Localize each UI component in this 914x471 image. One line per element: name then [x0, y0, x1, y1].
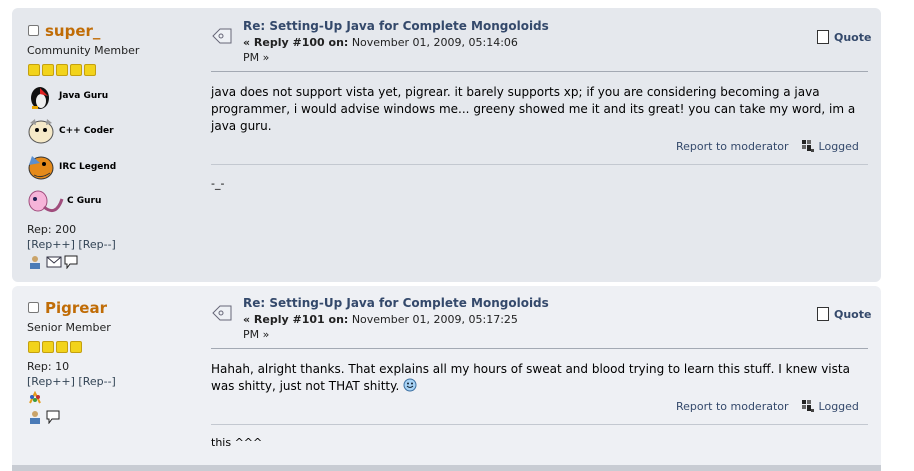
next-post-edge	[12, 465, 881, 471]
rep-links: [Rep++] [Rep--]	[27, 375, 116, 388]
post-body: java does not support vista yet, pigrear…	[211, 85, 856, 133]
star-icon	[56, 64, 68, 76]
report-to-moderator-link[interactable]: Report to moderator	[676, 400, 789, 413]
email-icon[interactable]	[46, 255, 62, 269]
signature: -_-	[211, 177, 225, 190]
quote-icon	[817, 30, 829, 44]
post-footer: Report to moderator Logged	[676, 139, 859, 153]
star-icon	[70, 64, 82, 76]
msn-icon[interactable]	[28, 390, 42, 405]
award-cpp-coder: C++ Coder	[26, 117, 114, 145]
profile-icon[interactable]	[28, 410, 42, 424]
post-title[interactable]: Re: Setting-Up Java for Complete Mongolo…	[243, 296, 549, 310]
rank-stars	[28, 341, 82, 353]
star-icon	[42, 64, 54, 76]
signature-divider	[211, 164, 868, 165]
quote-icon	[817, 307, 829, 321]
star-icon	[28, 64, 40, 76]
post-date: November 01, 2009, 05:14:06	[351, 36, 518, 49]
member-rank: Senior Member	[27, 321, 111, 334]
divider	[211, 348, 868, 349]
reputation: Rep: 200	[27, 223, 77, 236]
message-icon[interactable]	[46, 410, 60, 425]
mew-icon	[26, 187, 64, 215]
star-icon	[28, 341, 40, 353]
post-date: November 01, 2009, 05:17:25	[351, 313, 518, 326]
star-icon	[56, 341, 68, 353]
ip-logged-icon	[801, 399, 815, 413]
rep-minus-link[interactable]: [Rep--]	[78, 375, 115, 388]
offline-status-icon	[28, 25, 39, 36]
author-name[interactable]: Pigrear	[45, 299, 107, 317]
author-name[interactable]: super_	[45, 22, 100, 40]
logged-indicator: Logged	[801, 139, 859, 153]
ip-logged-icon	[801, 139, 815, 153]
award-irc-legend: IRC Legend	[26, 153, 116, 181]
signature-divider	[211, 424, 868, 425]
dragon-icon	[26, 153, 56, 181]
smiley-icon	[403, 378, 417, 392]
profile-actions	[28, 410, 60, 425]
post-title[interactable]: Re: Setting-Up Java for Complete Mongolo…	[243, 19, 549, 33]
quote-button[interactable]: Quote	[817, 30, 871, 44]
post-date-suffix: PM »	[243, 328, 270, 341]
profile-actions	[28, 255, 78, 270]
rep-minus-link[interactable]: [Rep--]	[78, 238, 115, 251]
rank-stars	[28, 64, 96, 76]
member-rank: Community Member	[27, 44, 140, 57]
offline-status-icon	[28, 302, 39, 313]
post-body: Hahah, alright thanks. That explains all…	[211, 362, 850, 393]
star-icon	[42, 341, 54, 353]
quote-button[interactable]: Quote	[817, 307, 871, 321]
post-meta: « Reply #101 on: November 01, 2009, 05:1…	[243, 312, 543, 342]
rep-links: [Rep++] [Rep--]	[27, 238, 116, 251]
award-java-guru: Java Guru	[26, 82, 108, 110]
post-meta: « Reply #100 on: November 01, 2009, 05:1…	[243, 35, 543, 65]
post-date-suffix: PM »	[243, 51, 270, 64]
post-icon	[211, 26, 233, 46]
reply-number[interactable]: « Reply #101 on:	[243, 313, 348, 326]
rep-plus-link[interactable]: [Rep++]	[27, 238, 75, 251]
contact-icons	[28, 390, 42, 405]
penguin-icon	[26, 82, 56, 110]
award-c-guru: C Guru	[26, 187, 101, 215]
report-to-moderator-link[interactable]: Report to moderator	[676, 140, 789, 153]
divider	[211, 71, 868, 72]
reputation: Rep: 10	[27, 360, 70, 373]
profile-icon[interactable]	[28, 255, 42, 269]
message-icon[interactable]	[64, 255, 78, 270]
logged-indicator: Logged	[801, 399, 859, 413]
star-icon	[84, 64, 96, 76]
reply-number[interactable]: « Reply #100 on:	[243, 36, 348, 49]
creature-icon	[26, 117, 56, 145]
star-icon	[70, 341, 82, 353]
post-icon	[211, 303, 233, 323]
post-footer: Report to moderator Logged	[676, 399, 859, 413]
signature: this ^^^	[211, 436, 263, 449]
rep-plus-link[interactable]: [Rep++]	[27, 375, 75, 388]
